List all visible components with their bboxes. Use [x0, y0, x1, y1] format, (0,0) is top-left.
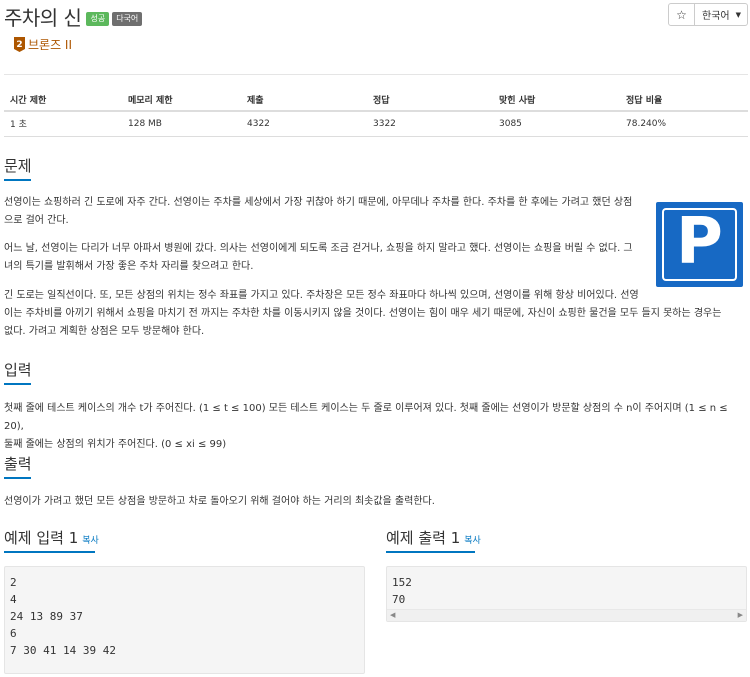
- output-section-title: 출력: [4, 453, 32, 479]
- section-underline: [4, 383, 31, 385]
- problem-section-title: 문제: [4, 155, 32, 181]
- input-heading: 입력: [4, 361, 32, 379]
- success-badge: 성공: [86, 11, 110, 26]
- sample-input-heading: 예제 입력 1: [4, 529, 79, 547]
- input-description: 첫째 줄에 테스트 케이스의 개수 t가 주어진다. (1 ≤ t ≤ 100)…: [4, 400, 748, 454]
- section-underline: [386, 551, 475, 553]
- sample-output-box[interactable]: 152 70 ◀ ▶: [386, 566, 747, 622]
- sample-input-text: 2 4 24 13 89 37 6 7 30 41 14 39 42: [10, 576, 116, 657]
- accepted-value[interactable]: 3322: [367, 111, 493, 137]
- sample-output-text: 152 70: [392, 576, 412, 606]
- header-time-limit: 시간 제한: [4, 88, 122, 112]
- problem-paragraph-2: 어느 날, 선영이는 다리가 너무 아파서 병원에 갔다. 의사는 선영이에게 …: [4, 240, 654, 276]
- table-row: 1 초 128 MB 4322 3322 3085 78.240%: [4, 111, 748, 137]
- header-solved-users: 맞힌 사람: [493, 88, 620, 112]
- scroll-right-icon[interactable]: ▶: [738, 611, 743, 619]
- problem-controls: ☆ 한국어 ▼: [668, 3, 748, 26]
- header-memory-limit: 메모리 제한: [122, 88, 241, 112]
- problem-header: 주차의 신 성공 다국어: [4, 2, 143, 31]
- caret-down-icon: ▼: [735, 10, 741, 19]
- submissions-value[interactable]: 4322: [241, 111, 367, 137]
- scroll-left-icon[interactable]: ◀: [390, 611, 395, 619]
- memory-limit-value: 128 MB: [122, 111, 241, 137]
- section-underline: [4, 477, 31, 479]
- bronze-tier-icon: 2: [14, 37, 25, 52]
- tier-indicator[interactable]: 2 브론즈 II: [14, 36, 72, 53]
- text-line: 선영이가 가려고 했던 모든 상점을 방문하고 차로 돌아오기 위해 걸어야 하…: [4, 496, 435, 507]
- text-line: 녀의 특기를 발휘해서 가장 좋은 주차 자리를 찾으려고 한다.: [4, 261, 254, 272]
- header-submissions: 제출: [241, 88, 367, 112]
- section-underline: [4, 179, 31, 181]
- language-dropdown[interactable]: 한국어 ▼: [695, 4, 747, 25]
- problem-heading: 문제: [4, 157, 32, 175]
- sample-input-title: 예제 입력 1 복사: [4, 527, 99, 553]
- time-limit-value: 1 초: [4, 111, 122, 137]
- text-line: 첫째 줄에 테스트 케이스의 개수 t가 주어진다. (1 ≤ t ≤ 100)…: [4, 403, 728, 432]
- header-accept-ratio: 정답 비율: [620, 88, 748, 112]
- star-button[interactable]: ☆: [669, 4, 695, 25]
- problem-paragraph-3: 긴 도로는 일직선이다. 또, 모든 상점의 위치는 정수 좌표를 가지고 있다…: [4, 287, 748, 341]
- page-title: 주차의 신: [4, 6, 82, 30]
- multilang-badge: 다국어: [112, 11, 143, 26]
- copy-input-button[interactable]: 복사: [82, 536, 99, 546]
- problem-info-table: 시간 제한 메모리 제한 제출 정답 맞힌 사람 정답 비율 1 초 128 M…: [4, 88, 748, 137]
- section-underline: [4, 551, 95, 553]
- input-section-title: 입력: [4, 359, 32, 385]
- table-header-row: 시간 제한 메모리 제한 제출 정답 맞힌 사람 정답 비율: [4, 88, 748, 112]
- accept-ratio-value: 78.240%: [620, 111, 748, 137]
- tier-label: 브론즈 II: [28, 38, 73, 52]
- solved-users-value[interactable]: 3085: [493, 111, 620, 137]
- header-accepted: 정답: [367, 88, 493, 112]
- text-line: 선영이는 쇼핑하러 긴 도로에 자주 간다. 선영이는 주차를 세상에서 가장 …: [4, 197, 633, 208]
- copy-output-button[interactable]: 복사: [464, 536, 481, 546]
- parking-sign-image: P: [656, 202, 743, 287]
- sample-input-box[interactable]: 2 4 24 13 89 37 6 7 30 41 14 39 42: [4, 566, 365, 674]
- horizontal-scrollbar[interactable]: ◀ ▶: [387, 609, 746, 621]
- text-line: 긴 도로는 일직선이다. 또, 모든 상점의 위치는 정수 좌표를 가지고 있다…: [4, 290, 639, 301]
- problem-paragraph-1: 선영이는 쇼핑하러 긴 도로에 자주 간다. 선영이는 주차를 세상에서 가장 …: [4, 194, 654, 230]
- text-line: 둘째 줄에는 상점의 위치가 주어진다. (0 ≤ xi ≤ 99): [4, 439, 227, 450]
- text-line: 으로 걸어 간다.: [4, 215, 69, 226]
- language-label: 한국어: [702, 11, 730, 22]
- star-icon: ☆: [676, 7, 687, 22]
- output-heading: 출력: [4, 455, 32, 473]
- parking-icon: P: [676, 205, 723, 279]
- divider: [4, 74, 748, 75]
- text-line: 이는 주차비를 아끼기 위해서 쇼핑을 마치기 전 까지는 주차한 차를 이동시…: [4, 308, 722, 319]
- text-line: 어느 날, 선영이는 다리가 너무 아파서 병원에 갔다. 의사는 선영이에게 …: [4, 243, 633, 254]
- output-description: 선영이가 가려고 했던 모든 상점을 방문하고 차로 돌아오기 위해 걸어야 하…: [4, 493, 748, 511]
- sample-output-title: 예제 출력 1 복사: [386, 527, 481, 553]
- text-line: 없다. 가려고 계획한 상점은 모두 방문해야 한다.: [4, 326, 205, 337]
- sample-output-heading: 예제 출력 1: [386, 529, 461, 547]
